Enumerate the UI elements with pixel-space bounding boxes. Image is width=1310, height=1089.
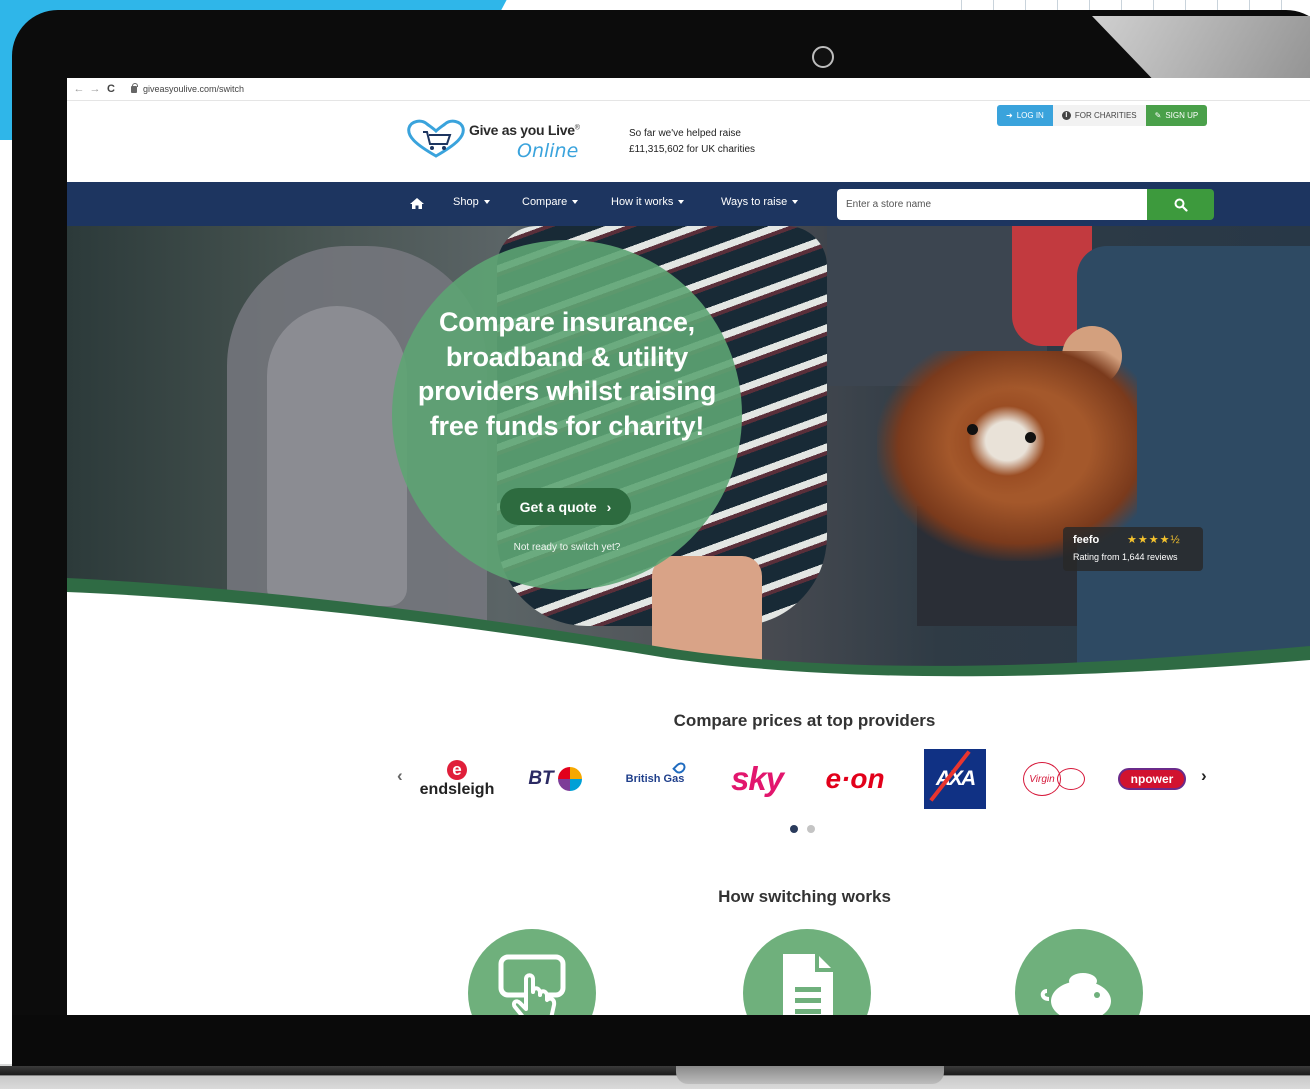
british-gas-wordmark: British Gas — [625, 773, 685, 785]
carousel-pagination — [790, 825, 815, 833]
webcam-icon — [812, 46, 834, 68]
virgin-wordmark: Virgin — [1023, 762, 1061, 796]
step-compare — [468, 929, 596, 1015]
bt-globe-icon — [557, 767, 582, 791]
feefo-review-count: Rating from 1,644 reviews — [1073, 552, 1178, 562]
url-field[interactable]: giveasyoulive.com/switch — [143, 84, 244, 94]
hero-wave — [67, 578, 1310, 698]
endsleigh-wordmark: endsleigh — [419, 780, 495, 798]
logo-text: Give as you Live® — [469, 122, 580, 138]
hero-photo-dog-face — [947, 386, 1067, 496]
funds-raised-line-2: £11,315,602 for UK charities — [629, 144, 756, 155]
chevron-down-icon — [678, 200, 685, 204]
heart-cart-logo-icon — [407, 119, 465, 158]
piggy-bank-icon — [1040, 973, 1111, 1015]
login-label: LOG IN — [1016, 111, 1044, 120]
hero-photo-dog-eye — [1025, 432, 1036, 443]
logo-main-text: Give as you Live — [469, 122, 575, 138]
get-a-quote-label: Get a quote — [519, 498, 597, 515]
nav-compare[interactable]: Compare — [522, 196, 579, 208]
main-navigation: Shop Compare How it works Ways to raise — [67, 182, 1310, 226]
nav-how-it-works-label: How it works — [611, 196, 674, 208]
provider-logo-british-gas[interactable]: British Gas — [617, 750, 693, 808]
site-logo[interactable]: Give as you Live® Online — [405, 114, 615, 170]
home-icon[interactable] — [410, 198, 424, 209]
provider-logo-sky[interactable]: sky — [723, 750, 791, 808]
carousel-prev-icon[interactable]: ‹ — [397, 766, 403, 786]
nav-shop[interactable]: Shop — [453, 196, 490, 208]
endsleigh-e-icon: e — [447, 759, 467, 780]
search-button[interactable] — [1147, 189, 1214, 220]
forward-arrow-icon[interactable]: → — [87, 83, 103, 95]
pencil-icon: ✎ — [1154, 111, 1162, 120]
carousel-dot[interactable] — [807, 825, 815, 833]
npower-wordmark: npower — [1118, 768, 1186, 790]
get-a-quote-button[interactable]: Get a quote › — [500, 488, 631, 525]
chevron-right-icon: › — [606, 498, 612, 515]
chevron-down-icon — [792, 200, 799, 204]
chevron-down-icon — [483, 200, 490, 204]
laptop-reflection — [1092, 16, 1310, 86]
bt-wordmark: BT — [528, 768, 554, 789]
star-rating-icon: ★★★★½ — [1127, 534, 1181, 546]
search-icon — [1174, 198, 1188, 212]
account-buttons: ➜ LOG IN i FOR CHARITIES ✎ SIGN UP — [997, 105, 1208, 126]
signup-label: SIGN UP — [1165, 111, 1199, 120]
browser-address-bar: ← → C giveasyoulive.com/switch — [67, 78, 1310, 101]
provider-logo-endsleigh[interactable]: e endsleigh — [417, 750, 497, 808]
document-icon — [783, 954, 833, 1015]
funds-raised-text: So far we've helped raise £11,315,602 fo… — [629, 126, 755, 158]
nav-ways-to-raise-label: Ways to raise — [721, 196, 788, 208]
back-arrow-icon[interactable]: ← — [71, 83, 87, 95]
hand-pointer-screen-icon — [498, 954, 566, 1015]
how-switching-works-heading: How switching works — [718, 887, 891, 906]
laptop-hinge-notch — [676, 1066, 944, 1084]
provider-logo-npower[interactable]: npower — [1116, 750, 1188, 808]
laptop-bezel-bottom — [12, 1015, 1310, 1067]
store-search-input[interactable] — [837, 189, 1147, 220]
not-ready-link[interactable]: Not ready to switch yet? — [417, 542, 717, 553]
carousel-next-icon[interactable]: › — [1201, 766, 1207, 786]
provider-logo-virgin[interactable]: Virgin — [1015, 750, 1093, 808]
login-arrow-icon: ➜ — [1006, 111, 1013, 120]
feefo-rating-badge[interactable]: feefo ★★★★½ Rating from 1,644 reviews — [1063, 527, 1203, 571]
nav-ways-to-raise[interactable]: Ways to raise — [721, 196, 799, 208]
for-charities-label: FOR CHARITIES — [1074, 111, 1137, 120]
for-charities-button[interactable]: i FOR CHARITIES — [1052, 105, 1146, 126]
logo-registered-mark: ® — [574, 124, 580, 132]
browser-window: ← → C giveasyoulive.com/switch ➜ LOG IN … — [67, 78, 1310, 1015]
laptop-base — [0, 1066, 1310, 1089]
step-quote — [743, 929, 871, 1015]
provider-logo-bt[interactable]: BT — [519, 750, 591, 808]
info-icon: i — [1061, 111, 1071, 120]
provider-logo-axa[interactable]: AXA — [924, 749, 986, 809]
funds-raised-line-1: So far we've helped raise — [629, 128, 741, 139]
hero-heading: Compare insurance, broadband & utility p… — [417, 307, 717, 441]
lock-icon — [131, 82, 138, 93]
step-raise — [1015, 929, 1143, 1015]
nav-how-it-works[interactable]: How it works — [611, 196, 685, 208]
carousel-dot-active[interactable] — [790, 825, 798, 833]
logo-subtext: Online — [517, 140, 579, 162]
providers-heading: Compare prices at top providers — [673, 711, 936, 730]
nav-compare-label: Compare — [522, 196, 568, 208]
chevron-down-icon — [572, 200, 579, 204]
signup-button[interactable]: ✎ SIGN UP — [1145, 105, 1208, 126]
login-button[interactable]: ➜ LOG IN — [997, 105, 1053, 126]
provider-logo-eon[interactable]: e·on — [815, 750, 895, 808]
nav-shop-label: Shop — [453, 196, 479, 208]
reload-icon[interactable]: C — [103, 83, 119, 95]
virgin-media-icon — [1057, 768, 1085, 790]
hero-photo-dog-eye — [967, 424, 978, 435]
feefo-logo: feefo — [1073, 534, 1100, 546]
